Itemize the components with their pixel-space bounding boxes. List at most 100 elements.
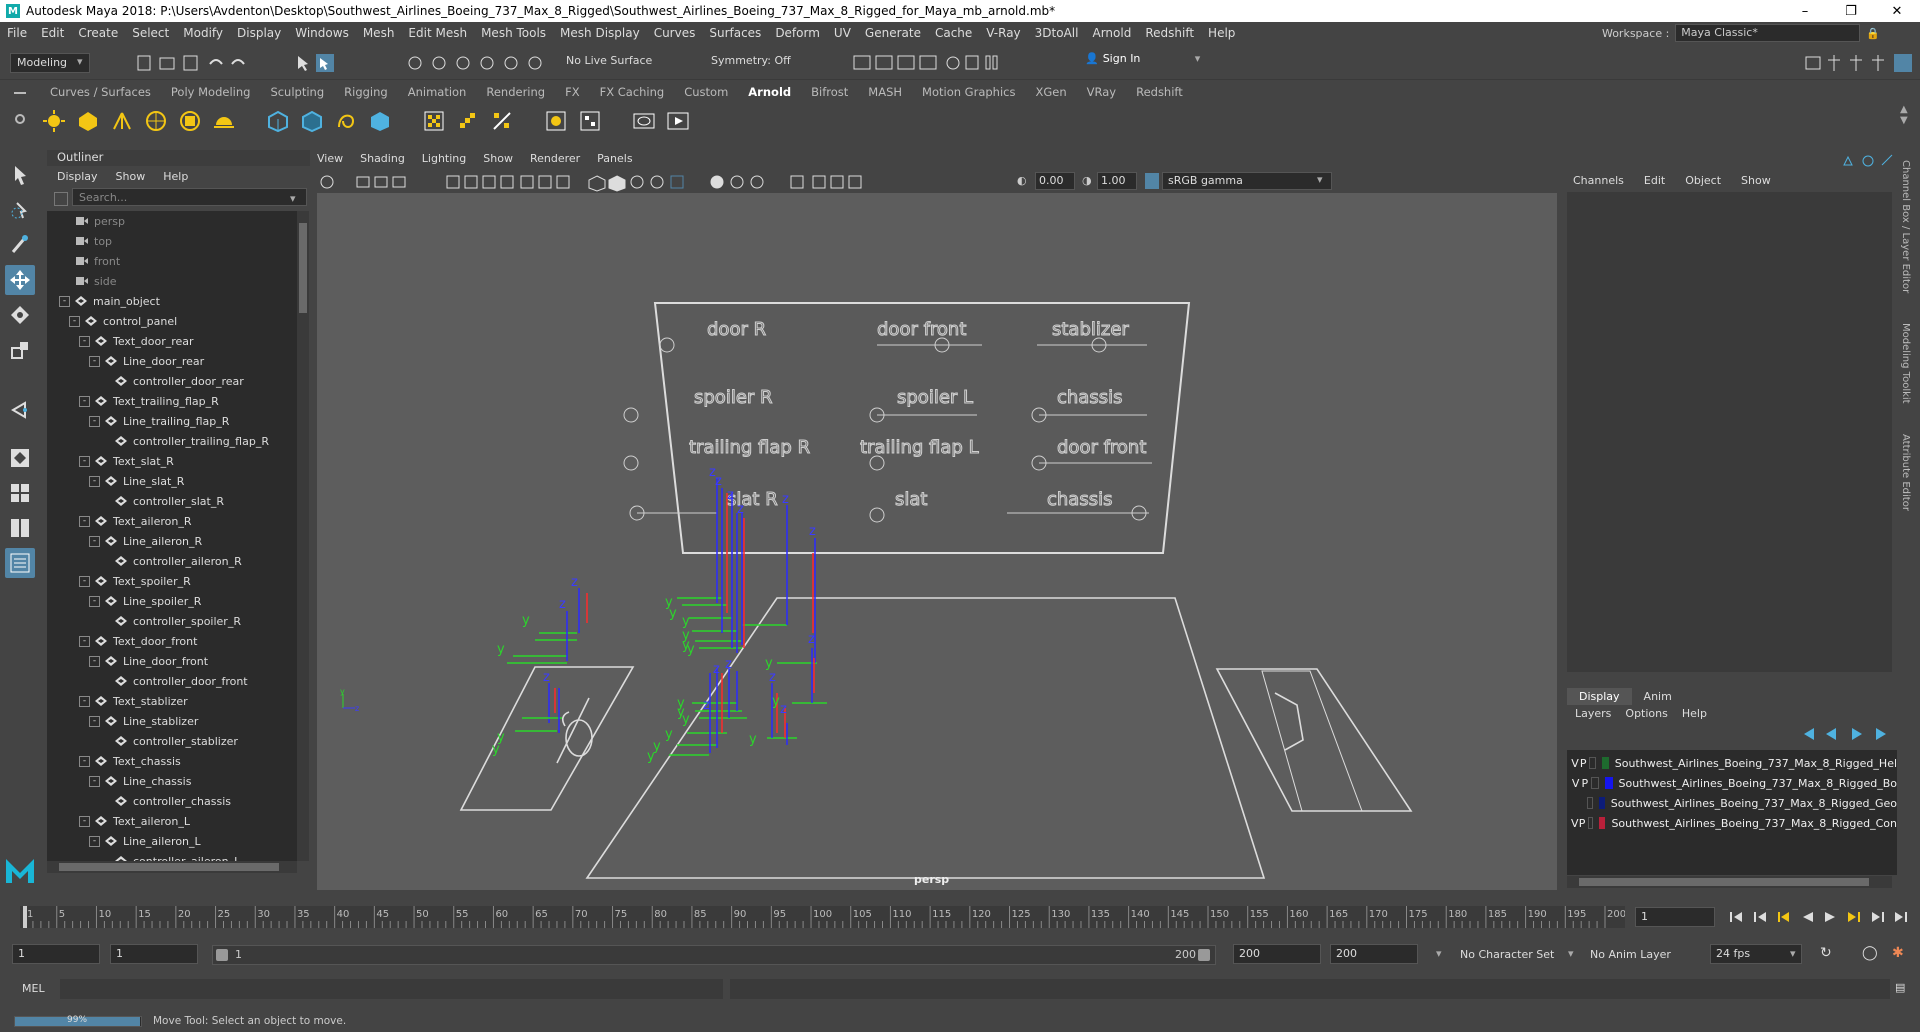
layer-row[interactable]: V P Southwest_Airlines_Boeing_737_Max_8_Ri… (1567, 773, 1897, 793)
chevron-down-icon[interactable]: ▾ (1790, 947, 1796, 960)
menu-3dtoall[interactable]: 3DtoAll (1028, 26, 1086, 40)
layer-visibility-toggle[interactable]: V (1571, 817, 1579, 830)
collapse-icon[interactable]: - (89, 355, 100, 367)
layer-row[interactable]: V P Southwest_Airlines_Boeing_737_Max_8_Ri… (1567, 753, 1897, 773)
collapse-icon[interactable]: - (59, 295, 70, 307)
sign-in-button[interactable]: Sign In (1103, 52, 1183, 65)
shelf-tab-xgen[interactable]: XGen (1025, 85, 1076, 99)
flatten-icon[interactable] (420, 107, 448, 135)
gamma-field[interactable]: 1.00 (1097, 172, 1137, 190)
texture-icon[interactable] (576, 107, 604, 135)
viewport-menu-shading[interactable]: Shading (360, 152, 405, 170)
outliner-item[interactable]: controller_stablizer (47, 731, 297, 751)
select-tool-icon[interactable] (5, 160, 35, 190)
outliner-item[interactable]: - Text_spoiler_R (47, 571, 297, 591)
fps-dropdown[interactable]: 24 fps (1710, 944, 1802, 964)
layer-action-icons[interactable] (1800, 724, 1895, 744)
menu-redshift[interactable]: Redshift (1138, 26, 1201, 40)
channelbox-menu-object[interactable]: Object (1685, 174, 1721, 187)
layer-row[interactable]: Southwest_Airlines_Boeing_737_Max_8_Rigg… (1567, 793, 1897, 813)
layer-visibility-toggle[interactable]: V (1571, 777, 1580, 790)
outliner-menu-display[interactable]: Display (57, 170, 98, 183)
material-icon[interactable] (542, 107, 570, 135)
menu-generate[interactable]: Generate (858, 26, 928, 40)
outliner-item[interactable]: - Line_chassis (47, 771, 297, 791)
shelf-tab-arnold[interactable]: Arnold (738, 85, 801, 99)
side-tab-attribute-editor[interactable]: Attribute Editor (1900, 434, 1911, 511)
shelf-tab-fx-caching[interactable]: FX Caching (590, 85, 675, 99)
menu-file[interactable]: File (0, 26, 34, 40)
collapse-icon[interactable]: - (79, 395, 90, 407)
shelf-tab-animation[interactable]: Animation (398, 85, 477, 99)
playback-controls[interactable] (1725, 906, 1915, 928)
paint-select-icon[interactable] (5, 230, 35, 260)
menu-v-ray[interactable]: V-Ray (979, 26, 1027, 40)
mel-input[interactable] (60, 979, 723, 999)
outliner-item[interactable]: - Line_door_rear (47, 351, 297, 371)
menu-curves[interactable]: Curves (647, 26, 703, 40)
channelbox-menu-show[interactable]: Show (1741, 174, 1771, 187)
mesh-light-icon[interactable] (74, 107, 102, 135)
physical-sky-icon[interactable] (176, 107, 204, 135)
character-set-dropdown[interactable]: No Character Set (1460, 948, 1554, 961)
viewport-3d[interactable]: door R door front stablizer spoiler R spoil… (317, 193, 1557, 890)
outliner-item[interactable]: controller_aileron_R (47, 551, 297, 571)
render-view-icon[interactable] (630, 107, 658, 135)
layer-playback-toggle[interactable]: P (1580, 777, 1589, 790)
collapse-icon[interactable]: - (79, 635, 90, 647)
render-icons[interactable] (850, 52, 1030, 74)
outliner-item[interactable]: - Text_door_front (47, 631, 297, 651)
outliner-item[interactable]: - control_panel (47, 311, 297, 331)
area-light-icon[interactable] (40, 107, 68, 135)
collapse-icon[interactable]: - (79, 815, 90, 827)
symmetry-dropdown[interactable]: Symmetry: Off (711, 54, 791, 67)
time-ruler[interactable]: 1 5 10 15 20 25 30 35 40 45 50 55 60 65 70 75 80 85 90 95 10… (20, 906, 1626, 928)
outliner-item[interactable]: controller_trailing_flap_R (47, 431, 297, 451)
menu-surfaces[interactable]: Surfaces (702, 26, 768, 40)
collapse-icon[interactable]: - (89, 595, 100, 607)
layer-type-toggle[interactable] (1589, 757, 1596, 769)
skydome-light-icon[interactable] (142, 107, 170, 135)
chevron-down-icon[interactable]: ▾ (1568, 947, 1574, 960)
viewport-menu-panels[interactable]: Panels (597, 152, 632, 170)
control-panel-board[interactable]: door R door front stablizer spoiler R spoil… (623, 302, 1191, 554)
menu-deform[interactable]: Deform (768, 26, 827, 40)
collapse-icon[interactable]: - (79, 455, 90, 467)
side-tab-channel-box-layer-editor[interactable]: Channel Box / Layer Editor (1900, 160, 1911, 293)
outliner-item[interactable]: - Text_door_rear (47, 331, 297, 351)
outliner-hscrollbar[interactable] (47, 861, 297, 873)
range-outer-end-field[interactable]: 200 (1330, 944, 1418, 964)
shelf-menu-icon[interactable] (12, 86, 28, 136)
scale-tool-icon[interactable] (5, 335, 35, 365)
menu-uv[interactable]: UV (827, 26, 858, 40)
outliner-item[interactable]: - main_object (47, 291, 297, 311)
last-tool-icon[interactable] (5, 395, 35, 425)
layer-playback-toggle[interactable]: P (1579, 757, 1587, 770)
channelbox-menu-edit[interactable]: Edit (1644, 174, 1665, 187)
current-frame-field[interactable]: 1 (1635, 907, 1715, 927)
layer-type-toggle[interactable] (1586, 797, 1593, 809)
menu-mesh[interactable]: Mesh (356, 26, 402, 40)
bake-icon[interactable] (454, 107, 482, 135)
layer-color-swatch[interactable] (1601, 757, 1609, 769)
collapse-icon[interactable]: - (89, 475, 100, 487)
sun-icon[interactable] (210, 107, 238, 135)
menu-mesh-tools[interactable]: Mesh Tools (474, 26, 553, 40)
collapse-icon[interactable]: - (79, 695, 90, 707)
menu-edit-mesh[interactable]: Edit Mesh (401, 26, 474, 40)
close-icon[interactable]: ✕ (1874, 0, 1920, 22)
layer-color-swatch[interactable] (1598, 797, 1605, 809)
outliner-search-input[interactable]: Search... (72, 188, 307, 206)
collapse-icon[interactable]: - (89, 655, 100, 667)
workspace-dropdown[interactable]: Maya Classic* (1675, 24, 1861, 42)
layer-playback-toggle[interactable]: P (1579, 817, 1586, 830)
rotate-tool-icon[interactable] (5, 300, 35, 330)
panel-splitter[interactable] (1567, 672, 1892, 684)
side-tab-modeling-toolkit[interactable]: Modeling Toolkit (1900, 323, 1911, 404)
chevron-down-icon[interactable]: ▾ (1195, 52, 1201, 65)
color-management-icon[interactable] (1145, 173, 1159, 189)
outliner-item[interactable]: - Line_door_front (47, 651, 297, 671)
lasso-tool-icon[interactable] (5, 195, 35, 225)
exposure-field[interactable]: 0.00 (1035, 172, 1075, 190)
file-tools-icons[interactable] (130, 52, 350, 74)
